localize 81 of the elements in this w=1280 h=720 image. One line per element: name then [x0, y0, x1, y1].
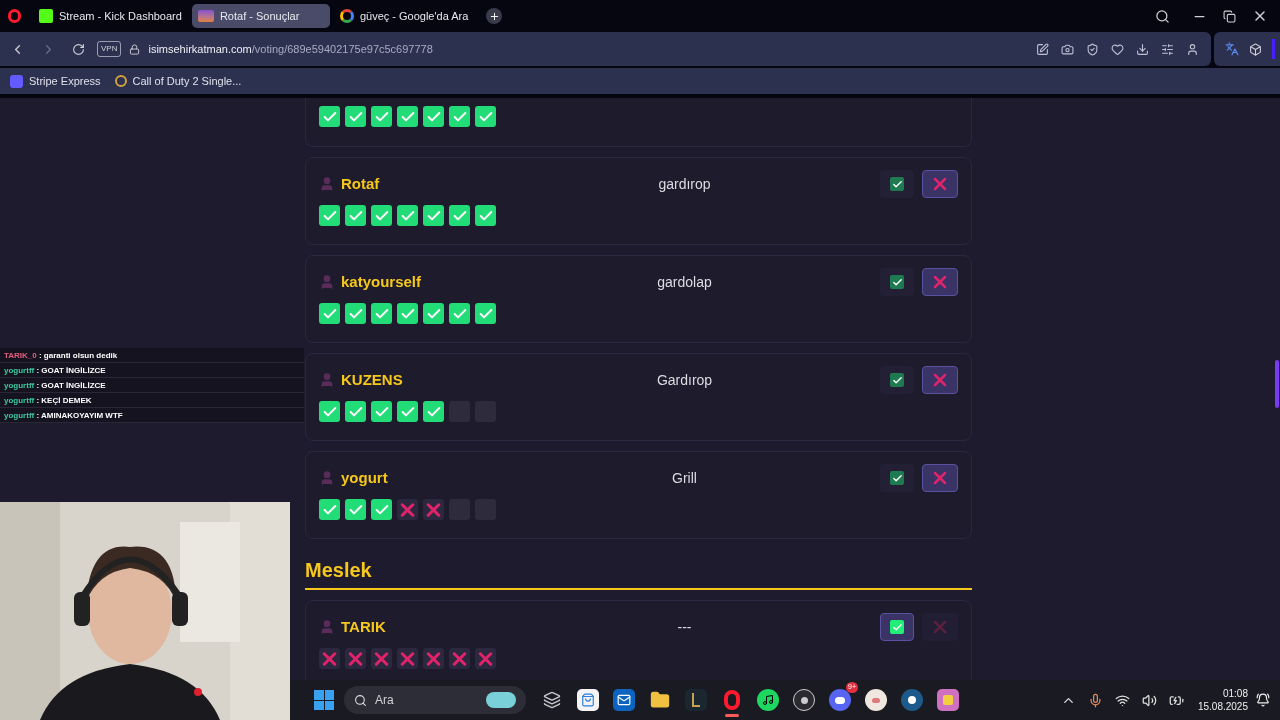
- player-name: yogurt: [341, 467, 388, 488]
- mail-icon[interactable]: [613, 689, 635, 711]
- taskbar-search-field[interactable]: Ara: [344, 686, 526, 714]
- vpn-badge[interactable]: VPN: [97, 41, 122, 57]
- cube-icon[interactable]: [1249, 42, 1262, 56]
- player-name: KUZENS: [341, 369, 403, 390]
- search-icon: [354, 693, 367, 707]
- restore-icon[interactable]: [1223, 9, 1236, 23]
- player-icon: [319, 372, 335, 388]
- chat-message: yogurtff : KEÇİ DEMEK: [0, 393, 304, 408]
- reject-button[interactable]: [922, 464, 958, 492]
- notification-icon[interactable]: [1256, 693, 1270, 707]
- answer-text: Gardırop: [655, 370, 714, 390]
- bookmark-link[interactable]: Stripe Express: [10, 72, 101, 90]
- check-icon: [890, 275, 904, 289]
- kick-logo-icon: [39, 9, 53, 23]
- clock[interactable]: 01:08 15.08.2025: [1197, 687, 1248, 713]
- steam-icon[interactable]: [901, 689, 923, 711]
- scrollbar-thumb[interactable]: [1275, 360, 1279, 408]
- answer-text: gardolap: [656, 272, 713, 292]
- microphone-icon[interactable]: [1087, 692, 1103, 708]
- player-name: Rotaf: [341, 173, 380, 194]
- site-logo-icon: [197, 10, 214, 22]
- approve-button[interactable]: [880, 464, 914, 492]
- google-logo-icon: [339, 9, 354, 23]
- player-name: TARIK: [341, 616, 386, 637]
- chat-message: yogurtff : AMINAKOYAYIM WTF: [0, 408, 304, 423]
- heart-icon[interactable]: [1111, 42, 1124, 56]
- folder-icon[interactable]: [649, 689, 671, 711]
- task-view-icon[interactable]: [541, 689, 563, 711]
- opera-logo-icon[interactable]: [8, 9, 21, 23]
- bookmark-link[interactable]: Call of Duty 2 Single...: [114, 72, 242, 90]
- music-icon[interactable]: [757, 689, 779, 711]
- approve-button[interactable]: [880, 613, 914, 641]
- chat-message: yogurtff : GOAT İNGİLİZCE: [0, 363, 304, 378]
- reject-button[interactable]: [922, 170, 958, 198]
- wifi-icon[interactable]: [1114, 692, 1130, 708]
- reject-button[interactable]: [922, 366, 958, 394]
- game-icon[interactable]: [685, 689, 707, 711]
- check-icon: [890, 177, 904, 191]
- approve-button[interactable]: [880, 268, 914, 296]
- url-text[interactable]: isimsehirkatman.com/voting/689e59402175e97c5c697778: [148, 40, 433, 58]
- plus-icon: [488, 10, 500, 22]
- windows-start-icon[interactable]: [314, 690, 334, 710]
- volume-icon[interactable]: [1141, 692, 1157, 708]
- download-icon[interactable]: [1136, 42, 1149, 56]
- search-icon[interactable]: [1155, 8, 1170, 24]
- camera-icon[interactable]: [1061, 42, 1074, 56]
- store-icon[interactable]: [577, 689, 599, 711]
- browser-tab[interactable]: Rotaf - Sonuçlar: [191, 4, 330, 28]
- approve-button[interactable]: [880, 366, 914, 394]
- profile-icon[interactable]: [1186, 42, 1199, 56]
- shield-icon[interactable]: [1086, 42, 1099, 56]
- settings-icon[interactable]: [1161, 42, 1174, 56]
- player-icon: [319, 176, 335, 192]
- reject-button[interactable]: [922, 268, 958, 296]
- approve-button[interactable]: [880, 170, 914, 198]
- answer-text: ---: [676, 617, 693, 637]
- player-icon: [319, 619, 335, 635]
- chat-message: TARIK_0 : garanti olsun dedik: [0, 348, 304, 363]
- reload-icon[interactable]: [72, 42, 85, 56]
- section-heading: Meslek: [305, 555, 972, 590]
- player-name: katyourself: [341, 271, 422, 292]
- browser-tab[interactable]: güveç - Google'da Ara: [333, 4, 475, 28]
- chat-app-icon[interactable]: [829, 689, 851, 711]
- browser-tab[interactable]: Stream - Kick Dashboard: [33, 4, 188, 28]
- game-launcher-icon[interactable]: [937, 689, 959, 711]
- edit-icon[interactable]: [1036, 42, 1049, 56]
- new-tab-button[interactable]: [486, 8, 503, 24]
- player-icon: [319, 470, 335, 486]
- answer-text: Grill: [671, 468, 698, 488]
- chat-message: yogurtff : GOAT İNGİLİZCE: [0, 378, 304, 393]
- check-icon: [890, 373, 904, 387]
- record-icon[interactable]: [793, 689, 815, 711]
- translate-icon[interactable]: [1225, 42, 1239, 56]
- check-icon: [890, 471, 904, 485]
- opera-icon[interactable]: [721, 689, 743, 711]
- lock-icon: [129, 43, 141, 55]
- check-icon: [890, 620, 904, 634]
- answer-text: gardırop: [657, 174, 712, 194]
- player-icon: [319, 274, 335, 290]
